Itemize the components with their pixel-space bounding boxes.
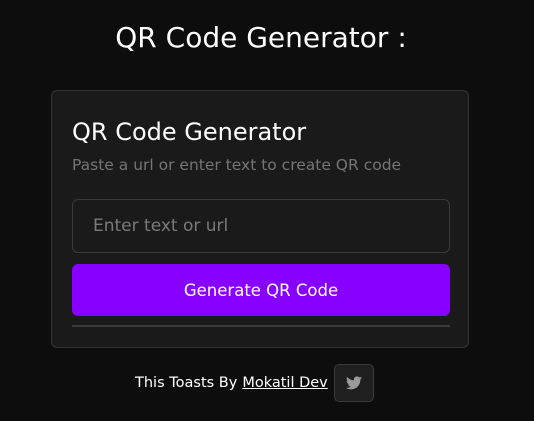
twitter-button[interactable]: [333, 364, 374, 402]
card-title: QR Code Generator: [72, 118, 307, 146]
qr-generator-card: QR Code Generator Paste a url or enter t…: [51, 90, 469, 348]
text-url-input[interactable]: [72, 199, 450, 253]
generate-qr-button[interactable]: Generate QR Code: [72, 264, 450, 316]
card-subtitle: Paste a url or enter text to create QR c…: [72, 156, 402, 174]
page-title: QR Code Generator :: [115, 21, 407, 54]
divider: [72, 325, 450, 327]
twitter-icon: [345, 376, 362, 390]
author-link[interactable]: Mokatil Dev: [242, 375, 327, 391]
footer-text: This Toasts By: [135, 375, 238, 391]
footer: This Toasts By Mokatil Dev: [135, 364, 374, 402]
